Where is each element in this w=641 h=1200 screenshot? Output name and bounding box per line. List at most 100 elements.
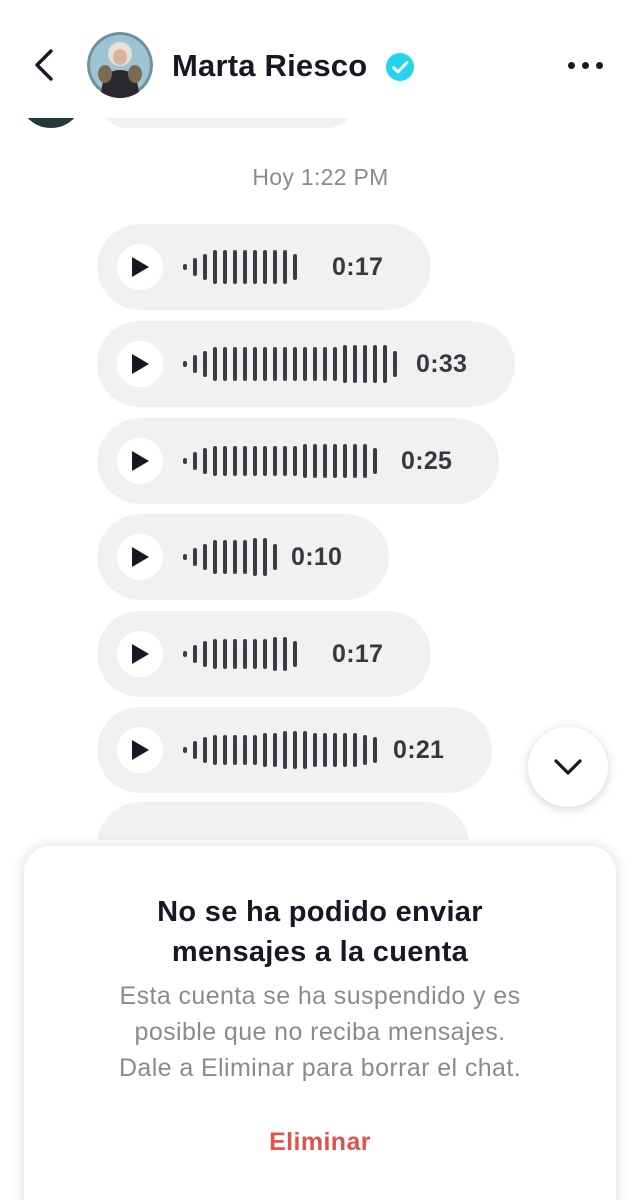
back-button[interactable] bbox=[24, 40, 64, 90]
waveform-bar bbox=[223, 347, 227, 381]
voice-message[interactable]: 0:17 bbox=[97, 611, 431, 697]
waveform-bar bbox=[253, 639, 257, 669]
avatar[interactable] bbox=[87, 32, 153, 98]
voice-message[interactable]: 0:17 bbox=[97, 224, 431, 310]
waveform-bar bbox=[273, 733, 277, 767]
waveform-bar bbox=[293, 731, 297, 769]
voice-message[interactable] bbox=[97, 802, 469, 840]
waveform-bar bbox=[313, 444, 317, 478]
waveform-bar bbox=[223, 250, 227, 284]
chat-screen: Hoy 1:22 PM 0:17 0:33 0:25 0:10 0:17 0:2… bbox=[0, 0, 641, 1200]
waveform-bar bbox=[183, 361, 187, 367]
waveform-bar bbox=[273, 250, 277, 284]
waveform-bar bbox=[213, 639, 217, 669]
message-list[interactable]: Hoy 1:22 PM 0:17 0:33 0:25 0:10 0:17 0:2… bbox=[0, 0, 641, 840]
waveform-bar bbox=[233, 347, 237, 381]
waveform-bar bbox=[193, 741, 197, 759]
play-icon bbox=[132, 740, 149, 760]
play-button[interactable] bbox=[117, 244, 163, 290]
waveform-bar bbox=[263, 639, 267, 669]
waveform-bar bbox=[213, 446, 217, 476]
waveform-bar bbox=[263, 733, 267, 767]
waveform-bar bbox=[293, 446, 297, 476]
waveform-bar bbox=[323, 444, 327, 478]
waveform-bar bbox=[273, 637, 277, 671]
more-horizontal-icon bbox=[567, 61, 575, 69]
waveform-bar bbox=[233, 250, 237, 284]
waveform-bar bbox=[233, 540, 237, 574]
waveform-bar bbox=[183, 747, 187, 753]
waveform-bar bbox=[273, 446, 277, 476]
play-button[interactable] bbox=[117, 727, 163, 773]
waveform-bar bbox=[293, 641, 297, 667]
waveform-bar bbox=[223, 446, 227, 476]
waveform-bar bbox=[183, 554, 187, 560]
play-button[interactable] bbox=[117, 534, 163, 580]
scroll-to-bottom-button[interactable] bbox=[528, 727, 608, 807]
voice-duration: 0:33 bbox=[416, 350, 468, 378]
play-icon bbox=[132, 644, 149, 664]
waveform-bar bbox=[393, 351, 397, 377]
waveform-bar bbox=[183, 651, 187, 657]
waveform-bar bbox=[253, 538, 257, 576]
audio-waveform bbox=[183, 635, 297, 673]
waveform-bar bbox=[203, 737, 207, 763]
account-suspended-alert: No se ha podido enviar mensajes a la cue… bbox=[24, 846, 616, 1200]
waveform-bar bbox=[283, 250, 287, 284]
waveform-bar bbox=[223, 735, 227, 765]
waveform-bar bbox=[373, 345, 377, 383]
waveform-bar bbox=[233, 639, 237, 669]
waveform-bar bbox=[273, 347, 277, 381]
waveform-bar bbox=[293, 254, 297, 280]
waveform-bar bbox=[343, 444, 347, 478]
audio-waveform bbox=[183, 731, 377, 769]
voice-message[interactable]: 0:21 bbox=[97, 707, 492, 793]
alert-message-line: posible que no reciba mensajes. bbox=[134, 1018, 506, 1046]
waveform-bar bbox=[193, 452, 197, 470]
alert-message-line: Dale a Eliminar para borrar el chat. bbox=[118, 1054, 522, 1082]
waveform-bar bbox=[343, 733, 347, 767]
waveform-bar bbox=[243, 347, 247, 381]
waveform-bar bbox=[383, 345, 387, 383]
waveform-bar bbox=[203, 448, 207, 474]
play-button[interactable] bbox=[117, 631, 163, 677]
waveform-bar bbox=[273, 544, 277, 570]
waveform-bar bbox=[203, 351, 207, 377]
audio-waveform bbox=[183, 538, 277, 576]
waveform-bar bbox=[333, 444, 337, 478]
waveform-bar bbox=[233, 735, 237, 765]
waveform-bar bbox=[223, 639, 227, 669]
waveform-bar bbox=[283, 347, 287, 381]
waveform-bar bbox=[243, 639, 247, 669]
waveform-bar bbox=[283, 731, 287, 769]
waveform-bar bbox=[303, 731, 307, 769]
more-options-button[interactable] bbox=[560, 50, 610, 80]
play-button[interactable] bbox=[117, 341, 163, 387]
play-button[interactable] bbox=[117, 438, 163, 484]
voice-message[interactable]: 0:10 bbox=[97, 514, 389, 600]
waveform-bar bbox=[243, 735, 247, 765]
alert-message: Esta cuenta se ha suspendido y es posibl… bbox=[24, 978, 616, 1086]
verified-badge-icon bbox=[386, 53, 414, 81]
waveform-bar bbox=[193, 645, 197, 663]
waveform-bar bbox=[363, 345, 367, 383]
waveform-bar bbox=[333, 347, 337, 381]
waveform-bar bbox=[203, 254, 207, 280]
delete-chat-button[interactable]: Eliminar bbox=[220, 1122, 420, 1162]
voice-duration: 0:21 bbox=[393, 736, 445, 764]
voice-message[interactable]: 0:33 bbox=[97, 321, 515, 407]
waveform-bar bbox=[363, 444, 367, 478]
waveform-bar bbox=[213, 540, 217, 574]
more-horizontal-icon bbox=[595, 61, 603, 69]
alert-title-line: mensajes a la cuenta bbox=[171, 936, 469, 968]
chevron-left-icon bbox=[35, 49, 53, 81]
waveform-bar bbox=[373, 448, 377, 474]
alert-title: No se ha podido enviar mensajes a la cue… bbox=[24, 892, 616, 972]
waveform-bar bbox=[193, 355, 197, 373]
chevron-down-icon bbox=[554, 759, 582, 775]
voice-duration: 0:17 bbox=[332, 640, 384, 668]
contact-name[interactable]: Marta Riesco bbox=[172, 48, 367, 84]
voice-message[interactable]: 0:25 bbox=[97, 418, 499, 504]
waveform-bar bbox=[203, 641, 207, 667]
waveform-bar bbox=[253, 347, 257, 381]
